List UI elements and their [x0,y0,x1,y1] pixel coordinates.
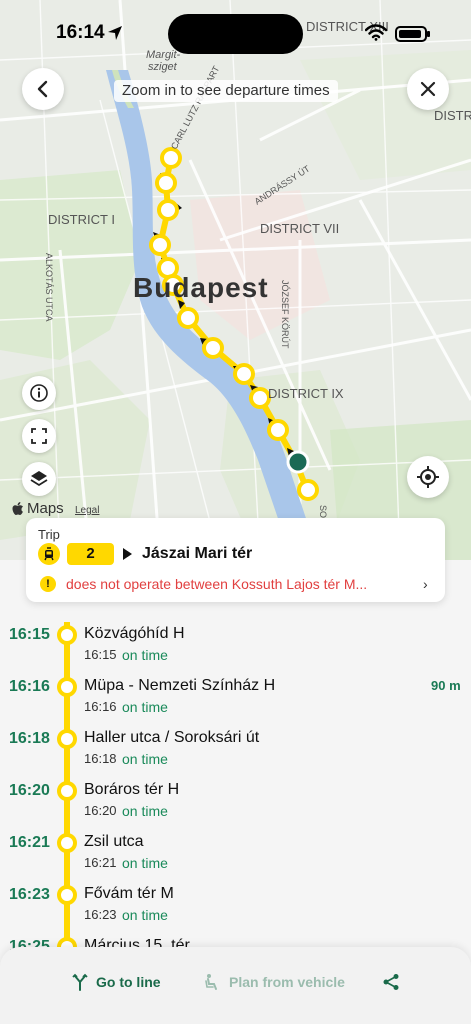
chevron-right-icon[interactable]: › [423,576,428,592]
stop-dot [57,625,77,645]
battery-icon [395,26,430,42]
fullscreen-button[interactable] [22,419,56,453]
status-bar: 16:14 [0,0,471,70]
stop-row[interactable]: 16:15 Közvágóhíd H 16:15 on time [0,612,471,664]
stop-name: Boráros tér H [84,781,180,798]
stop-status: on time [122,647,168,663]
back-button[interactable] [22,68,64,110]
trip-warning[interactable]: does not operate between Kossuth Lajos t… [66,576,421,592]
label-karl-lutz: CARL LUTZ RAKPART [169,64,222,151]
go-to-line-button[interactable]: Go to line [72,973,161,991]
stop-name: Müpa - Nemzeti Színház H [84,677,276,694]
close-button[interactable] [407,68,449,110]
tram-icon [38,543,60,565]
stop-row[interactable]: 16:20 Boráros tér H 16:20 on time [0,768,471,820]
stop-time: 16:16 [9,678,50,695]
line-badge: 2 [67,543,114,565]
stop-distance: 90 m [431,678,461,693]
stop-name: Haller utca / Soroksári út [84,729,260,746]
info-icon [30,384,48,402]
stop-list[interactable]: 16:15 Közvágóhíd H 16:15 on time 16:16 M… [0,602,471,950]
stop-name: Zsil utca [84,833,144,850]
back-icon [37,80,48,98]
warning-icon: ! [40,576,56,592]
fullscreen-icon [31,428,47,444]
stop-name: Fővám tér M [84,885,174,902]
person-seat-icon [205,974,217,990]
info-button[interactable] [22,376,56,410]
stop-time: 16:15 [9,626,50,643]
stop-status: on time [122,803,168,819]
trip-card[interactable]: Trip 2 Jászai Mari tér ! does not operat… [26,518,445,602]
label-district-edge: DISTRI [434,108,471,123]
share-icon [383,974,399,990]
label-district-i: DISTRICT I [48,212,115,227]
label-alkotas: ALKOTÁS UTCA [44,253,54,322]
maps-attribution: Maps [12,500,64,517]
trip-destination: Jászai Mari tér [142,545,253,562]
dynamic-island [168,14,303,54]
label-so: SO [318,505,328,518]
stop-name: Közvágóhíd H [84,625,185,642]
stop-time: 16:18 [9,730,50,747]
plan-from-vehicle-button[interactable]: Plan from vehicle [203,973,345,991]
direction-arrow-icon [123,548,132,560]
stop-dot [57,729,77,749]
vehicle-position-marker[interactable] [286,450,310,474]
label-district-vii: DISTRICT VII [260,221,339,236]
stop-scheduled: 16:18 [84,751,117,766]
stop-dot [57,781,77,801]
stop-dot [57,833,77,853]
label-jozsef: JÓZSEF KÖRÚT [280,280,290,349]
zoom-hint: Zoom in to see departure times [114,80,338,102]
wifi-icon [365,24,387,41]
stop-time: 16:23 [9,886,50,903]
map-tools [22,376,56,505]
stop-row[interactable]: 16:18 Haller utca / Soroksári út 16:18 o… [0,716,471,768]
stop-row[interactable]: 16:21 Zsil utca 16:21 on time [0,820,471,872]
apple-icon [12,501,23,515]
stop-scheduled: 16:21 [84,855,117,870]
stop-status: on time [122,855,168,871]
status-time: 16:14 [56,22,105,43]
stop-row[interactable]: 16:16 Müpa - Nemzeti Színház H 16:16 on … [0,664,471,716]
layers-button[interactable] [22,462,56,496]
legal-link[interactable]: Legal [75,505,99,516]
stop-status: on time [122,751,168,767]
bottom-action-bar: Go to line Plan from vehicle [0,947,471,1024]
stop-time: 16:21 [9,834,50,851]
share-button[interactable] [382,973,400,991]
close-icon [420,81,436,97]
plan-from-vehicle-label: Plan from vehicle [229,974,345,990]
label-district-ix: DISTRICT IX [268,386,344,401]
label-city: Budapest [133,272,269,303]
fork-icon [72,973,88,991]
stop-scheduled: 16:16 [84,699,117,714]
stop-dot [57,677,77,697]
stop-scheduled: 16:23 [84,907,117,922]
route-map[interactable]: DISTRICT XIII DISTRI Margit- sziget DIST… [0,0,471,560]
stop-scheduled: 16:15 [84,647,117,662]
layers-icon [30,471,48,487]
maps-label: Maps [27,500,64,517]
stop-status: on time [122,699,168,715]
go-to-line-label: Go to line [96,974,161,990]
locate-button[interactable] [407,456,449,498]
stop-time: 16:20 [9,782,50,799]
location-arrow-icon [108,26,122,40]
stop-row[interactable]: 16:23 Fővám tér M 16:23 on time [0,872,471,924]
locate-icon [417,466,439,488]
trip-title: Trip [38,527,60,542]
stop-scheduled: 16:20 [84,803,117,818]
stop-dot [57,885,77,905]
stop-status: on time [122,907,168,923]
